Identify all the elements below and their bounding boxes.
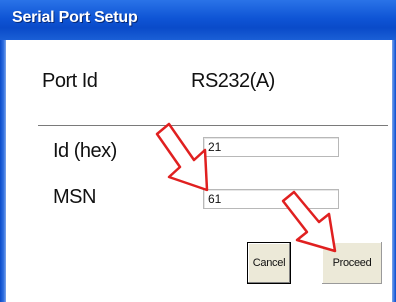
port-id-value: RS232(A) bbox=[191, 70, 275, 92]
msn-label: MSN bbox=[53, 186, 96, 208]
window-title: Serial Port Setup bbox=[12, 9, 138, 26]
id-hex-label: Id (hex) bbox=[53, 140, 117, 162]
window-frame-left bbox=[0, 40, 6, 302]
title-bar[interactable]: Serial Port Setup bbox=[0, 0, 396, 40]
arrow-annotation-icon bbox=[281, 190, 337, 253]
arrow-annotation-icon bbox=[155, 122, 209, 192]
window-frame-right bbox=[392, 40, 396, 302]
serial-port-setup-dialog: Serial Port Setup Port Id RS232(A) Id (h… bbox=[0, 0, 396, 302]
port-id-label: Port Id bbox=[42, 70, 98, 92]
id-hex-input[interactable] bbox=[203, 137, 339, 157]
